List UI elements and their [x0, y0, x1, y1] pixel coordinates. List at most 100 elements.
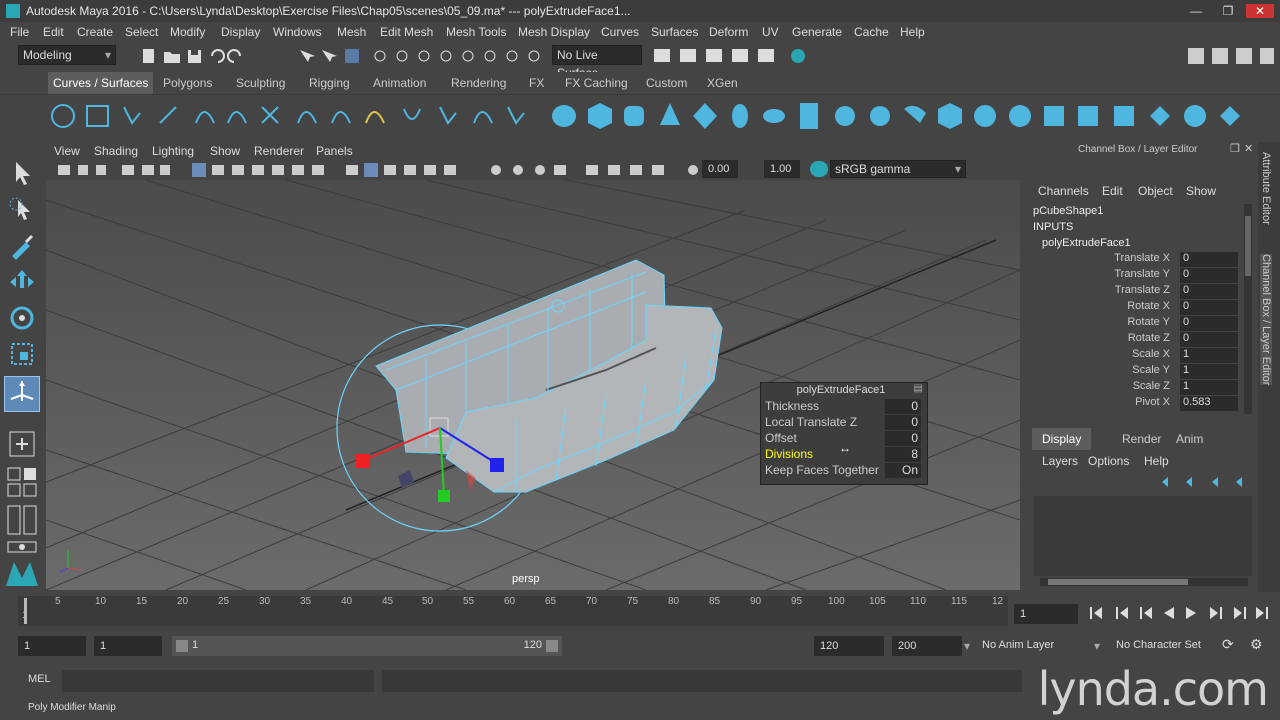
shelf-tab-animation[interactable]: Animation — [368, 72, 431, 94]
divisions-value[interactable]: 8 — [885, 447, 921, 462]
exposure-field[interactable]: 0.00 — [702, 160, 738, 178]
shelf-tab-fx[interactable]: FX — [524, 72, 549, 94]
attr-translate-x[interactable]: Translate X 0 — [1024, 252, 1242, 268]
attribute-editor-tab[interactable]: Attribute Editor — [1260, 152, 1272, 225]
render-icons[interactable] — [650, 46, 820, 66]
shelf-tab-curves-surfaces[interactable]: Curves / Surfaces — [48, 72, 154, 94]
attr-translate-z[interactable]: Translate Z 0 — [1024, 284, 1242, 300]
show-manipulator-icon[interactable] — [6, 428, 38, 460]
preferences-icon[interactable]: ⚙ — [1250, 636, 1263, 653]
layer-menu-options[interactable]: Options — [1088, 454, 1129, 468]
attr-scale-z[interactable]: Scale Z 1 — [1024, 380, 1242, 396]
chevron-down-icon[interactable]: ▾ — [1094, 639, 1100, 653]
playback-end-field[interactable]: 120 — [814, 636, 884, 656]
anim-layer-dropdown[interactable]: No Anim Layer — [982, 639, 1054, 651]
rotate-tool-icon[interactable] — [6, 302, 38, 334]
in-view-editor[interactable]: polyExtrudeFace1 ▤ Thickness 0 Local Tran… — [760, 382, 928, 485]
menu-edit[interactable]: Edit — [43, 25, 64, 39]
attr-translate-y[interactable]: Translate Y 0 — [1024, 268, 1242, 284]
layer-action-icons[interactable] — [1158, 474, 1250, 490]
input-node-name[interactable]: polyExtrudeFace1 — [1042, 237, 1131, 249]
shelf-tab-polygons[interactable]: Polygons — [158, 72, 217, 94]
mel-label[interactable]: MEL — [28, 673, 51, 685]
attr-value[interactable]: 0 — [1180, 284, 1238, 299]
playback-controls[interactable] — [1086, 604, 1272, 622]
start-time-field[interactable]: 1 — [18, 636, 86, 656]
menu-icon[interactable]: ▤ — [914, 383, 923, 394]
attr-rotate-y[interactable]: Rotate Y 0 — [1024, 316, 1242, 332]
command-input[interactable] — [62, 670, 374, 692]
shelf-tab-rendering[interactable]: Rendering — [446, 72, 511, 94]
viewport-menu-renderer[interactable]: Renderer — [254, 144, 304, 158]
shelf-tab-rigging[interactable]: Rigging — [304, 72, 355, 94]
attr-value[interactable]: 0 — [1180, 268, 1238, 283]
menu-mesh-display[interactable]: Mesh Display — [518, 25, 590, 39]
current-frame-field[interactable]: 1 — [1014, 604, 1078, 624]
attr-scale-x[interactable]: Scale X 1 — [1024, 348, 1242, 364]
attr-rotate-z[interactable]: Rotate Z 0 — [1024, 332, 1242, 348]
move-tool-icon[interactable] — [6, 266, 38, 298]
shape-node-name[interactable]: pCubeShape1 — [1033, 205, 1103, 217]
viewport-menu-show[interactable]: Show — [210, 144, 240, 158]
menu-curves[interactable]: Curves — [601, 25, 639, 39]
menu-edit-mesh[interactable]: Edit Mesh — [380, 25, 433, 39]
gamma-field[interactable]: 1.00 — [764, 160, 800, 178]
status-tools-icons[interactable] — [140, 46, 540, 66]
layer-tab-anim[interactable]: Anim — [1166, 428, 1213, 450]
shelf-tab-fx-caching[interactable]: FX Caching — [560, 72, 633, 94]
thickness-row[interactable]: Thickness 0 — [765, 399, 925, 415]
select-tool-icon[interactable] — [6, 158, 38, 190]
end-time-field[interactable]: 200 — [892, 636, 962, 656]
live-surface-field[interactable]: No Live Surface — [552, 45, 642, 80]
attr-value[interactable]: 0.583 — [1180, 396, 1238, 411]
maximize-button[interactable]: ❐ — [1214, 4, 1242, 18]
menu-surfaces[interactable]: Surfaces — [651, 25, 698, 39]
menu-mesh-tools[interactable]: Mesh Tools — [446, 25, 506, 39]
viewport-menu-view[interactable]: View — [54, 144, 80, 158]
toggle-layout-icon[interactable] — [6, 540, 38, 554]
character-set-dropdown[interactable]: No Character Set — [1116, 639, 1201, 651]
local-translate-z-value[interactable]: 0 — [885, 415, 921, 430]
menu-generate[interactable]: Generate — [792, 25, 842, 39]
channel-box-tab[interactable]: Channel Box / Layer Editor — [1260, 254, 1272, 386]
menu-create[interactable]: Create — [77, 25, 113, 39]
auto-key-icon[interactable]: ⟳ — [1222, 636, 1234, 653]
cb-menu-edit[interactable]: Edit — [1102, 184, 1123, 198]
menu-windows[interactable]: Windows — [273, 25, 322, 39]
layer-list[interactable] — [1034, 496, 1252, 576]
local-translate-z-row[interactable]: Local Translate Z 0 — [765, 415, 925, 431]
thickness-value[interactable]: 0 — [885, 399, 921, 414]
attr-value[interactable]: 0 — [1180, 252, 1238, 267]
offset-value[interactable]: 0 — [885, 431, 921, 446]
layer-hscroll[interactable] — [1040, 578, 1248, 586]
attr-value[interactable]: 1 — [1180, 348, 1238, 363]
viewport-menu-panels[interactable]: Panels — [316, 144, 353, 158]
color-management-toggle[interactable] — [810, 161, 828, 177]
scale-tool-icon[interactable] — [6, 338, 38, 370]
chevron-down-icon[interactable]: ▾ — [964, 639, 970, 653]
universal-manipulator-tool[interactable] — [4, 376, 40, 412]
attr-value[interactable]: 0 — [1180, 332, 1238, 347]
layer-tab-display[interactable]: Display — [1032, 428, 1092, 450]
layout-icons[interactable] — [6, 466, 38, 498]
menu-mesh[interactable]: Mesh — [337, 25, 366, 39]
layer-tab-render[interactable]: Render — [1112, 428, 1171, 450]
workspace-icons[interactable] — [1186, 46, 1276, 66]
attr-value[interactable]: 1 — [1180, 364, 1238, 379]
shelf-tab-custom[interactable]: Custom — [641, 72, 692, 94]
range-handle-right[interactable] — [546, 640, 558, 652]
outliner-layout-icon[interactable] — [6, 504, 38, 536]
keep-faces-together-row[interactable]: Keep Faces Together On — [765, 463, 925, 479]
menu-help[interactable]: Help — [900, 25, 925, 39]
float-panel-icon[interactable]: ❐ — [1230, 142, 1240, 155]
cb-menu-object[interactable]: Object — [1138, 184, 1173, 198]
layer-menu-layers[interactable]: Layers — [1042, 454, 1078, 468]
color-space-dropdown[interactable]: sRGB gamma ▾ — [830, 160, 966, 178]
shelf-tab-xgen[interactable]: XGen — [702, 72, 743, 94]
menu-select[interactable]: Select — [125, 25, 158, 39]
attr-pivot-x[interactable]: Pivot X 0.583 — [1024, 396, 1242, 412]
time-slider[interactable]: 1 5 10 15 20 25 30 35 40 45 50 55 60 65 … — [18, 596, 1008, 626]
shelf-icons[interactable] — [0, 95, 1280, 139]
menu-cache[interactable]: Cache — [854, 25, 889, 39]
channel-box-scrollbar[interactable] — [1244, 204, 1252, 414]
